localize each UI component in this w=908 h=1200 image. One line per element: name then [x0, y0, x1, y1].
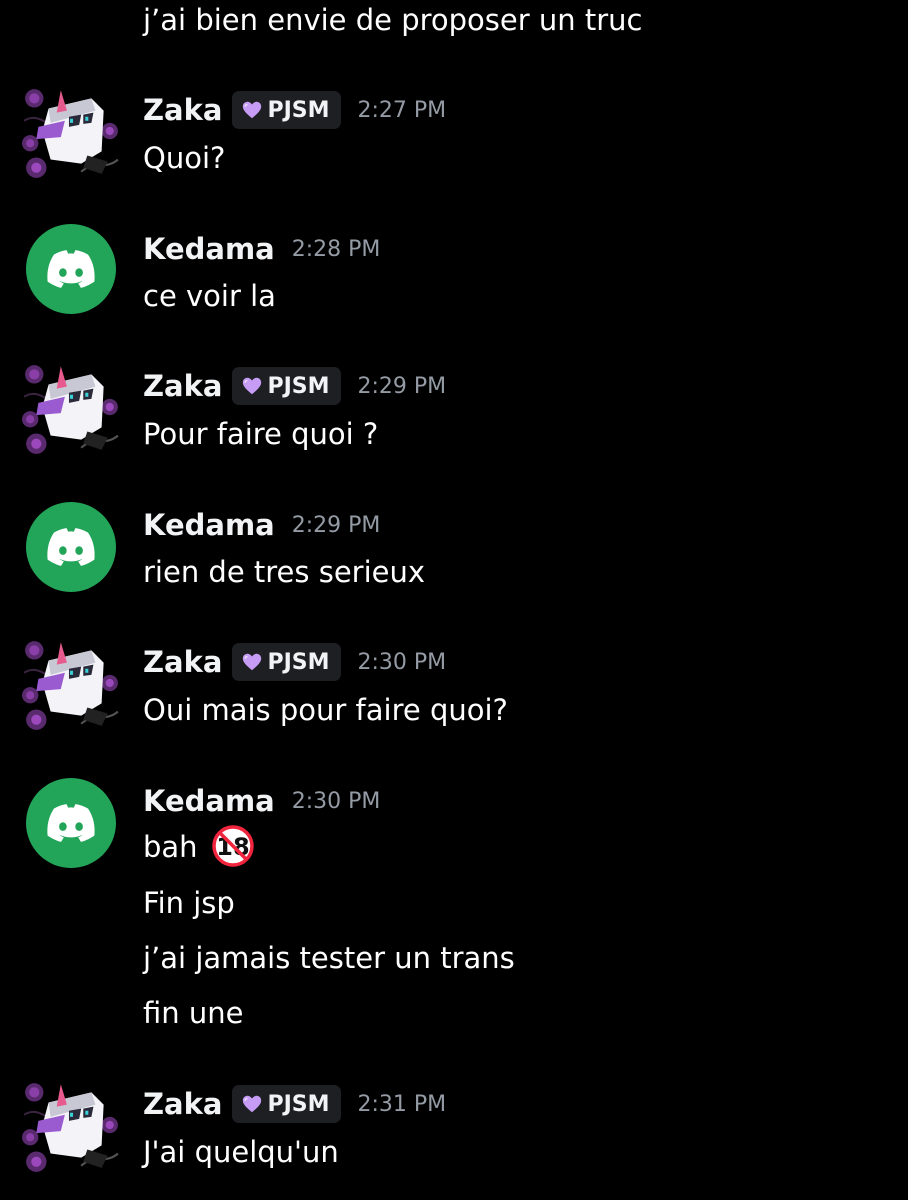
message-text: Quoi? [143, 141, 226, 175]
message-text: Pour faire quoi ? [143, 417, 379, 451]
username[interactable]: Zaka [143, 93, 222, 127]
zaka-avatar-icon[interactable] [20, 632, 122, 734]
message-text: ce voir la [143, 279, 276, 313]
message-header: Kedama 2:29 PM [143, 505, 380, 545]
message-text: j’ai jamais tester un trans [143, 941, 515, 975]
message-text: bah 18 [143, 825, 255, 868]
message-header: Kedama 2:30 PM [143, 781, 380, 821]
message-header: Zaka PJSM 2:29 PM [143, 366, 446, 406]
message-header: Zaka PJSM 2:31 PM [143, 1084, 446, 1124]
message-text: Fin jsp [143, 886, 235, 920]
role-tag-label: PJSM [267, 649, 330, 675]
purple-heart-icon [241, 99, 263, 121]
message-text: fin une [143, 996, 244, 1030]
role-tag[interactable]: PJSM [232, 1085, 341, 1123]
timestamp[interactable]: 2:29 PM [358, 374, 447, 399]
purple-heart-icon [241, 651, 263, 673]
username[interactable]: Zaka [143, 645, 222, 679]
message-text: j’ai bien envie de proposer un truc [143, 3, 643, 37]
timestamp[interactable]: 2:31 PM [358, 1092, 447, 1117]
timestamp[interactable]: 2:30 PM [292, 789, 381, 814]
username[interactable]: Kedama [143, 232, 275, 266]
purple-heart-icon [241, 375, 263, 397]
message-header: Zaka PJSM 2:30 PM [143, 642, 446, 682]
purple-heart-icon [241, 1093, 263, 1115]
username[interactable]: Zaka [143, 369, 222, 403]
message-text: rien de tres serieux [143, 555, 426, 589]
username[interactable]: Zaka [143, 1087, 222, 1121]
timestamp[interactable]: 2:30 PM [358, 650, 447, 675]
role-tag-label: PJSM [267, 373, 330, 399]
discord-logo-icon[interactable] [20, 498, 122, 600]
zaka-avatar-icon[interactable] [20, 1074, 122, 1176]
zaka-avatar-icon[interactable] [20, 356, 122, 458]
message-header: Zaka PJSM 2:27 PM [143, 90, 446, 130]
username[interactable]: Kedama [143, 784, 275, 818]
message-text: Oui mais pour faire quoi? [143, 693, 508, 727]
username[interactable]: Kedama [143, 508, 275, 542]
zaka-avatar-icon[interactable] [20, 80, 122, 182]
timestamp[interactable]: 2:27 PM [358, 98, 447, 123]
timestamp[interactable]: 2:28 PM [292, 237, 381, 262]
no-one-under-eighteen-emoji: 18 [212, 825, 254, 867]
message-text-segment: bah [143, 830, 198, 864]
timestamp[interactable]: 2:29 PM [292, 513, 381, 538]
message-text: J'ai quelqu'un [143, 1135, 339, 1169]
role-tag[interactable]: PJSM [232, 367, 341, 405]
discord-logo-icon[interactable] [20, 774, 122, 876]
message-header: Kedama 2:28 PM [143, 229, 380, 269]
role-tag[interactable]: PJSM [232, 643, 341, 681]
role-tag-label: PJSM [267, 1091, 330, 1117]
role-tag-label: PJSM [267, 97, 330, 123]
role-tag[interactable]: PJSM [232, 91, 341, 129]
discord-logo-icon[interactable] [20, 220, 122, 322]
